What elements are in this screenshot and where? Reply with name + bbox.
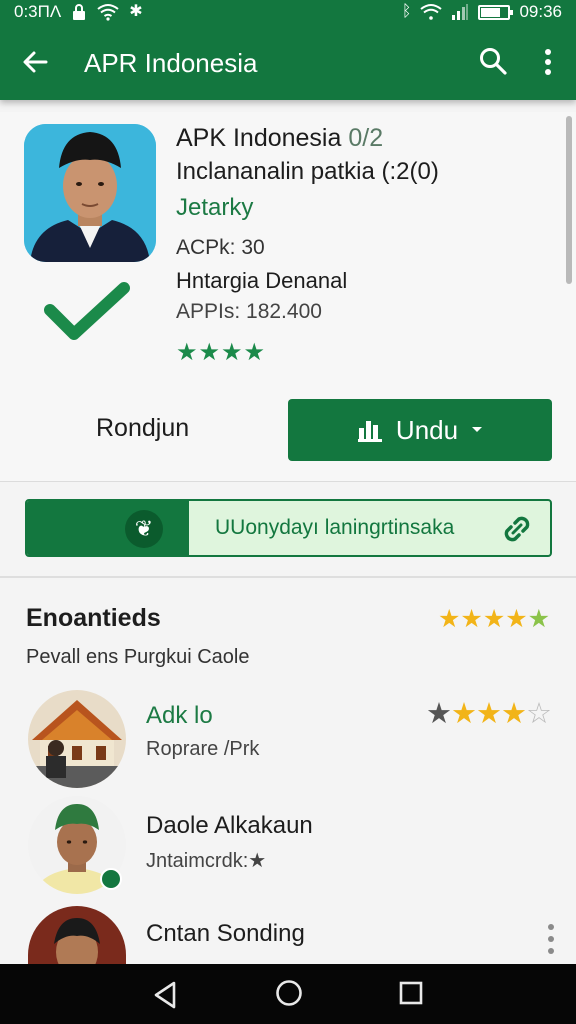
top-app-bar: 0:3ΠΛ ✱ ᛒ 09:36 APR Indonesia bbox=[0, 0, 576, 100]
section-subtitle: Pevall ens Purgkui Caole bbox=[26, 646, 250, 668]
list-item-name[interactable]: Cntan Sonding bbox=[146, 920, 305, 948]
section-divider bbox=[0, 576, 576, 578]
wifi-icon bbox=[97, 4, 119, 21]
back-arrow-icon[interactable] bbox=[20, 46, 52, 78]
dropdown-arrow-icon bbox=[472, 427, 483, 432]
nav-back-icon[interactable] bbox=[148, 978, 182, 1012]
list-item-sub: Jntaimcrdk:★ bbox=[146, 850, 267, 872]
section-title: Enoantieds bbox=[26, 604, 161, 632]
more-vert-icon[interactable] bbox=[536, 46, 560, 78]
list-item-avatar[interactable] bbox=[28, 690, 126, 788]
app-developer[interactable]: Hntargia Denanal bbox=[176, 268, 347, 294]
app-category[interactable]: Jetarky bbox=[176, 194, 253, 222]
promo-banner[interactable]: ❦ UUonydayı laningrtinsaka bbox=[25, 499, 552, 557]
battery-fill bbox=[481, 7, 500, 17]
star-gold: ★★★ bbox=[451, 698, 527, 730]
search-icon[interactable] bbox=[478, 46, 508, 76]
list-item-sub: Roprare /Prk bbox=[146, 738, 260, 760]
download-hand-icon bbox=[357, 421, 382, 442]
promo-banner-text: UUonydayı laningrtinsaka bbox=[215, 516, 455, 539]
app-bar: APR Indonesia bbox=[0, 34, 576, 94]
app-title-suffix: 0/2 bbox=[348, 124, 384, 152]
list-item-name[interactable]: Adk lo bbox=[146, 702, 213, 730]
online-badge-icon bbox=[100, 868, 122, 890]
section-stars-green: ★ bbox=[527, 605, 551, 633]
verified-check-icon bbox=[44, 282, 130, 340]
app-star-rating: ★★★★ bbox=[176, 339, 267, 366]
list-item-name[interactable]: Daole Alkakaun bbox=[146, 812, 313, 840]
status-time: 09:36 bbox=[519, 2, 562, 21]
app-bar-title: APR Indonesia bbox=[84, 48, 258, 78]
app-acpk: ACPk: 30 bbox=[176, 236, 265, 259]
lock-icon bbox=[73, 4, 86, 20]
battery-icon bbox=[478, 4, 514, 20]
nav-recents-icon[interactable] bbox=[398, 980, 424, 1006]
section-star-rating: ★★★★★ bbox=[438, 604, 550, 634]
list-item-avatar[interactable] bbox=[28, 906, 126, 964]
building-photo-icon bbox=[28, 690, 126, 788]
app-downloads: APPIs: 182.400 bbox=[176, 300, 322, 323]
signal-icon bbox=[452, 4, 469, 20]
star-empty: ☆ bbox=[526, 698, 552, 730]
secondary-action-button[interactable]: Rondjun bbox=[96, 414, 189, 443]
nav-home-icon[interactable] bbox=[274, 978, 304, 1008]
install-button-label: Undu bbox=[395, 414, 459, 445]
promo-banner-accent bbox=[27, 501, 189, 555]
status-bar: 0:3ΠΛ ✱ ᛒ 09:36 bbox=[0, 0, 576, 26]
link-icon[interactable] bbox=[499, 511, 535, 547]
install-button[interactable]: Undu bbox=[288, 399, 552, 461]
sync-icon: ✱ bbox=[129, 3, 143, 20]
app-avatar bbox=[24, 124, 156, 262]
star-dark: ★ bbox=[426, 698, 452, 730]
bluetooth-icon: ᛒ bbox=[401, 3, 412, 20]
person-portrait-icon bbox=[24, 124, 156, 262]
app-title-line: APK Indonesia 0/2 bbox=[176, 124, 383, 153]
section-stars-gold: ★★★ bbox=[438, 605, 506, 633]
app-title: APK Indonesia bbox=[176, 124, 342, 152]
list-item-star-rating: ★★★★☆ bbox=[426, 696, 552, 731]
person-portrait-icon bbox=[28, 906, 126, 964]
system-nav-bar bbox=[0, 964, 576, 1024]
app-subtitle: Inclananalin patkia (:2(0) bbox=[176, 158, 439, 185]
section-stars-mixed: ★ bbox=[505, 605, 528, 633]
leaf-icon: ❦ bbox=[125, 510, 163, 548]
more-vert-icon[interactable] bbox=[544, 922, 558, 956]
wifi-icon-2 bbox=[420, 4, 443, 20]
scrollbar[interactable] bbox=[566, 116, 572, 284]
status-left-text: 0:3ΠΛ bbox=[14, 2, 62, 21]
